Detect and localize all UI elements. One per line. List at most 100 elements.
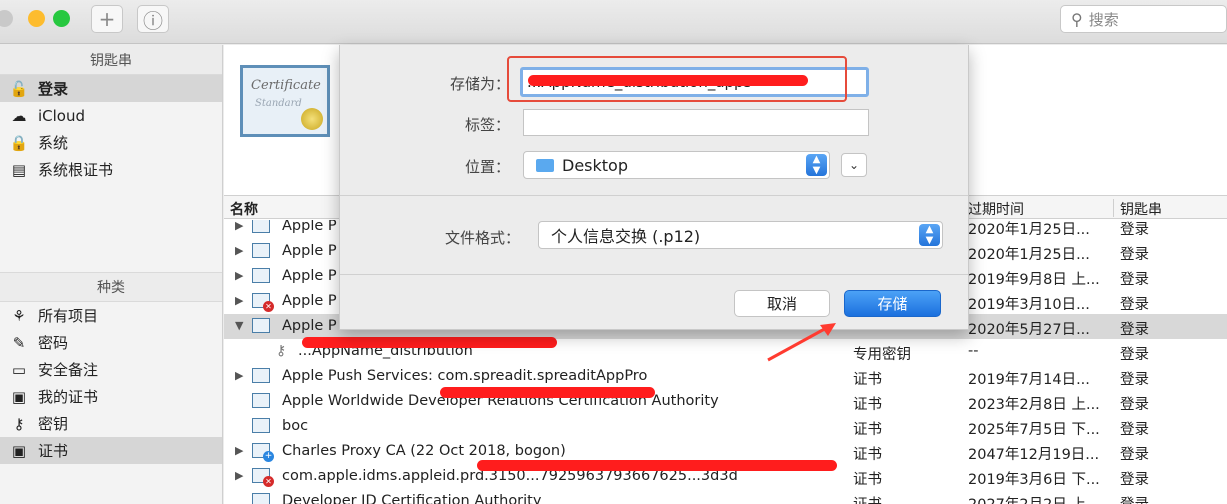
sidebar-item-categories[interactable]: ▭ 安全备注 <box>0 356 222 383</box>
sidebar-item-keychains[interactable]: 🔓 登录 <box>0 75 222 102</box>
key-icon: ⚷ <box>276 343 287 359</box>
certificate-icon: ▣ <box>11 387 27 406</box>
row-keychain: 登录 <box>1120 272 1149 288</box>
disclosure-closed-icon[interactable]: ▶ <box>235 369 243 382</box>
pencil-icon: ✎ <box>12 333 26 352</box>
certificate-preview-subtitle: Standard <box>255 98 302 109</box>
close-window-button[interactable] <box>0 10 13 27</box>
row-expires: 2027年2月2日 上... <box>968 493 1100 504</box>
disclosure-open-icon[interactable]: ▼ <box>235 319 243 332</box>
save-as-label: 存储为： <box>449 75 510 93</box>
disclosure-closed-icon[interactable]: ▶ <box>235 469 243 482</box>
row-expires: 2020年1月25日... <box>968 247 1090 263</box>
table-row[interactable]: Developer ID Certification Authority 证书 20… <box>224 489 1227 504</box>
padlock-icon: 🔒 <box>9 133 29 152</box>
sidebar-item-label: 证书 <box>38 442 69 460</box>
save-button[interactable]: 存储 <box>844 290 941 317</box>
dialog-divider <box>340 195 968 196</box>
popup-arrows-icon: ▲ ▼ <box>806 154 827 176</box>
row-kind: 证书 <box>853 397 882 413</box>
row-keychain: 登录 <box>1120 493 1149 504</box>
row-keychain: 登录 <box>1120 422 1149 438</box>
row-expires: -- <box>968 343 979 359</box>
row-expires: 2047年12月19日... <box>968 447 1100 463</box>
row-kind: 证书 <box>853 422 882 438</box>
add-item-button[interactable]: + <box>91 5 123 33</box>
annotation-highlight-box <box>507 56 847 102</box>
plus-icon: + <box>98 7 116 31</box>
get-info-button[interactable]: ⓘ <box>137 5 169 33</box>
row-kind: 证书 <box>853 447 882 463</box>
disclosure-closed-icon[interactable]: ▶ <box>235 220 243 232</box>
row-keychain: 登录 <box>1120 447 1149 463</box>
sidebar-item-label: 密钥 <box>38 415 69 433</box>
tags-field[interactable] <box>523 109 869 136</box>
sidebar-item-label: 安全备注 <box>38 361 99 379</box>
cabinet-icon: ▤ <box>11 160 27 179</box>
trusted-badge-icon: + <box>263 451 274 462</box>
note-icon: ▭ <box>11 360 27 379</box>
certificate-icon <box>252 368 270 383</box>
format-value: 个人信息交换 (.p12) <box>551 227 701 246</box>
sidebar-item-categories[interactable]: ⚘ 所有项目 <box>0 302 222 329</box>
popup-arrows-icon: ▲ ▼ <box>919 224 940 246</box>
row-kind: 证书 <box>853 493 882 504</box>
column-name[interactable]: 名称 <box>230 199 258 219</box>
row-name: Apple Push Services: com.spreadit.spread… <box>282 368 648 384</box>
search-input[interactable]: ⚲ 搜索 <box>1060 5 1227 33</box>
table-row[interactable]: boc 证书 2025年7月5日 下... 登录 <box>224 414 1227 439</box>
row-keychain: 登录 <box>1120 322 1149 338</box>
row-expires: 2025年7月5日 下... <box>968 422 1100 438</box>
row-name: Charles Proxy CA (22 Oct 2018, bogon) <box>282 443 566 459</box>
table-row[interactable]: Apple Worldwide Developer Relations Cert… <box>224 389 1227 414</box>
row-expires: 2019年3月10日... <box>968 297 1090 313</box>
sidebar-item-categories[interactable]: ✎ 密码 <box>0 329 222 356</box>
row-name: boc <box>282 418 309 434</box>
location-popup[interactable]: Desktop ▲ ▼ <box>523 151 830 179</box>
sidebar-item-label: 系统 <box>38 134 69 152</box>
category-section: 种类 ⚘ 所有项目 ✎ 密码 ▭ 安全备注 ▣ 我的证书 ⚷ 密钥 ▣ 证书 <box>0 272 222 464</box>
cancel-button[interactable]: 取消 <box>734 290 830 317</box>
expand-chevron-button[interactable]: ⌄ <box>841 153 867 177</box>
row-expires: 2020年1月25日... <box>968 222 1090 238</box>
sidebar-item-label: 我的证书 <box>38 388 99 406</box>
certificate-icon: ✕ <box>252 293 274 312</box>
row-keychain: 登录 <box>1120 297 1149 313</box>
annotation-arrow <box>767 323 836 362</box>
keychains-header: 钥匙串 <box>0 45 222 75</box>
row-kind: 证书 <box>853 372 882 388</box>
certificate-icon <box>252 393 270 408</box>
disclosure-closed-icon[interactable]: ▶ <box>235 244 243 257</box>
chevron-down-icon: ⌄ <box>848 158 860 172</box>
invalid-badge-icon: ✕ <box>263 301 274 312</box>
sidebar-item-keychains[interactable]: ▤ 系统根证书 <box>0 156 222 183</box>
tags-label: 标签： <box>464 116 510 134</box>
sidebar-item-keychains[interactable]: ☁ iCloud <box>0 102 222 129</box>
row-name: Apple P <box>282 318 337 334</box>
row-name: Developer ID Certification Authority <box>282 493 542 504</box>
table-row[interactable]: ▶ Apple Push Services: com.spreadit.sprea… <box>224 364 1227 389</box>
certificate-icon <box>252 220 270 233</box>
cloud-icon: ☁ <box>11 106 27 125</box>
sidebar-item-categories[interactable]: ⚷ 密钥 <box>0 410 222 437</box>
sidebar-item-label: 登录 <box>38 80 69 98</box>
disclosure-closed-icon[interactable]: ▶ <box>235 294 243 307</box>
redaction-scribble <box>302 337 557 348</box>
format-popup[interactable]: 个人信息交换 (.p12) ▲ ▼ <box>538 221 943 249</box>
column-keychain[interactable]: 钥匙串 <box>1120 199 1162 219</box>
sidebar-item-keychains[interactable]: 🔒 系统 <box>0 129 222 156</box>
row-expires: 2019年7月14日... <box>968 372 1090 388</box>
zoom-window-button[interactable] <box>53 10 70 27</box>
certificate-icon <box>252 418 270 433</box>
minimize-window-button[interactable] <box>28 10 45 27</box>
sidebar-item-categories[interactable]: ▣ 证书 <box>0 437 222 464</box>
disclosure-closed-icon[interactable]: ▶ <box>235 269 243 282</box>
row-kind: 专用密钥 <box>853 347 911 363</box>
certificate-icon <box>252 318 270 333</box>
sidebar-item-categories[interactable]: ▣ 我的证书 <box>0 383 222 410</box>
row-expires: 2020年5月27日... <box>968 322 1090 338</box>
redaction-scribble <box>440 387 655 398</box>
keychain-list: 🔓 登录 ☁ iCloud 🔒 系统 ▤ 系统根证书 <box>0 75 222 183</box>
disclosure-closed-icon[interactable]: ▶ <box>235 444 243 457</box>
column-expires[interactable]: 过期时间 <box>968 199 1024 219</box>
